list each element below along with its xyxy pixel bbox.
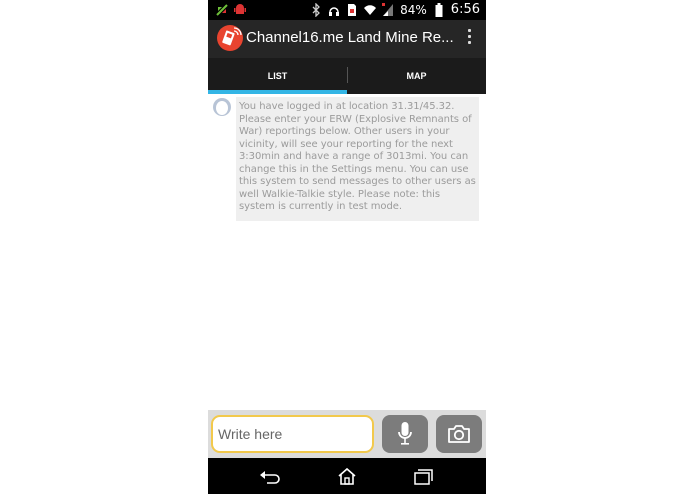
camera-button[interactable] <box>436 415 482 453</box>
recent-apps-icon[interactable] <box>412 466 434 486</box>
overflow-menu-icon[interactable] <box>466 29 472 49</box>
phone-screen: 84% 6:56 Channel16.me Land Mine Re... LI… <box>208 0 486 494</box>
tab-list[interactable]: LIST <box>208 58 347 94</box>
walkie-talkie-icon[interactable] <box>217 25 243 51</box>
microphone-icon <box>398 422 412 445</box>
wifi-icon <box>364 4 377 15</box>
app-title: Channel16.me Land Mine Re... <box>246 29 454 46</box>
action-bar: Channel16.me Land Mine Re... <box>208 20 486 58</box>
battery-icon <box>435 2 443 17</box>
battery-percent: 84% <box>400 2 427 17</box>
user-avatar-icon <box>213 98 231 116</box>
tab-bar: LIST MAP <box>208 58 486 94</box>
status-bar: 84% 6:56 <box>208 0 486 20</box>
mic-button[interactable] <box>382 415 428 453</box>
signal-icon <box>382 2 394 16</box>
home-icon[interactable] <box>336 466 358 486</box>
headset-icon <box>329 6 340 16</box>
sync-icon <box>216 4 228 16</box>
message-list: You have logged in at location 31.31/45.… <box>208 94 486 410</box>
camera-icon <box>448 425 470 443</box>
android-icon <box>234 4 246 14</box>
message-bubble: You have logged in at location 31.31/45.… <box>236 97 479 221</box>
sim-icon <box>348 3 357 16</box>
navigation-bar <box>208 458 486 494</box>
bluetooth-icon <box>312 2 321 17</box>
composer-bar <box>208 410 486 458</box>
tab-map[interactable]: MAP <box>347 58 486 94</box>
message-input[interactable] <box>211 415 374 453</box>
message-text: You have logged in at location 31.31/45.… <box>239 101 476 212</box>
back-icon[interactable] <box>259 466 281 486</box>
clock: 6:56 <box>450 2 480 17</box>
